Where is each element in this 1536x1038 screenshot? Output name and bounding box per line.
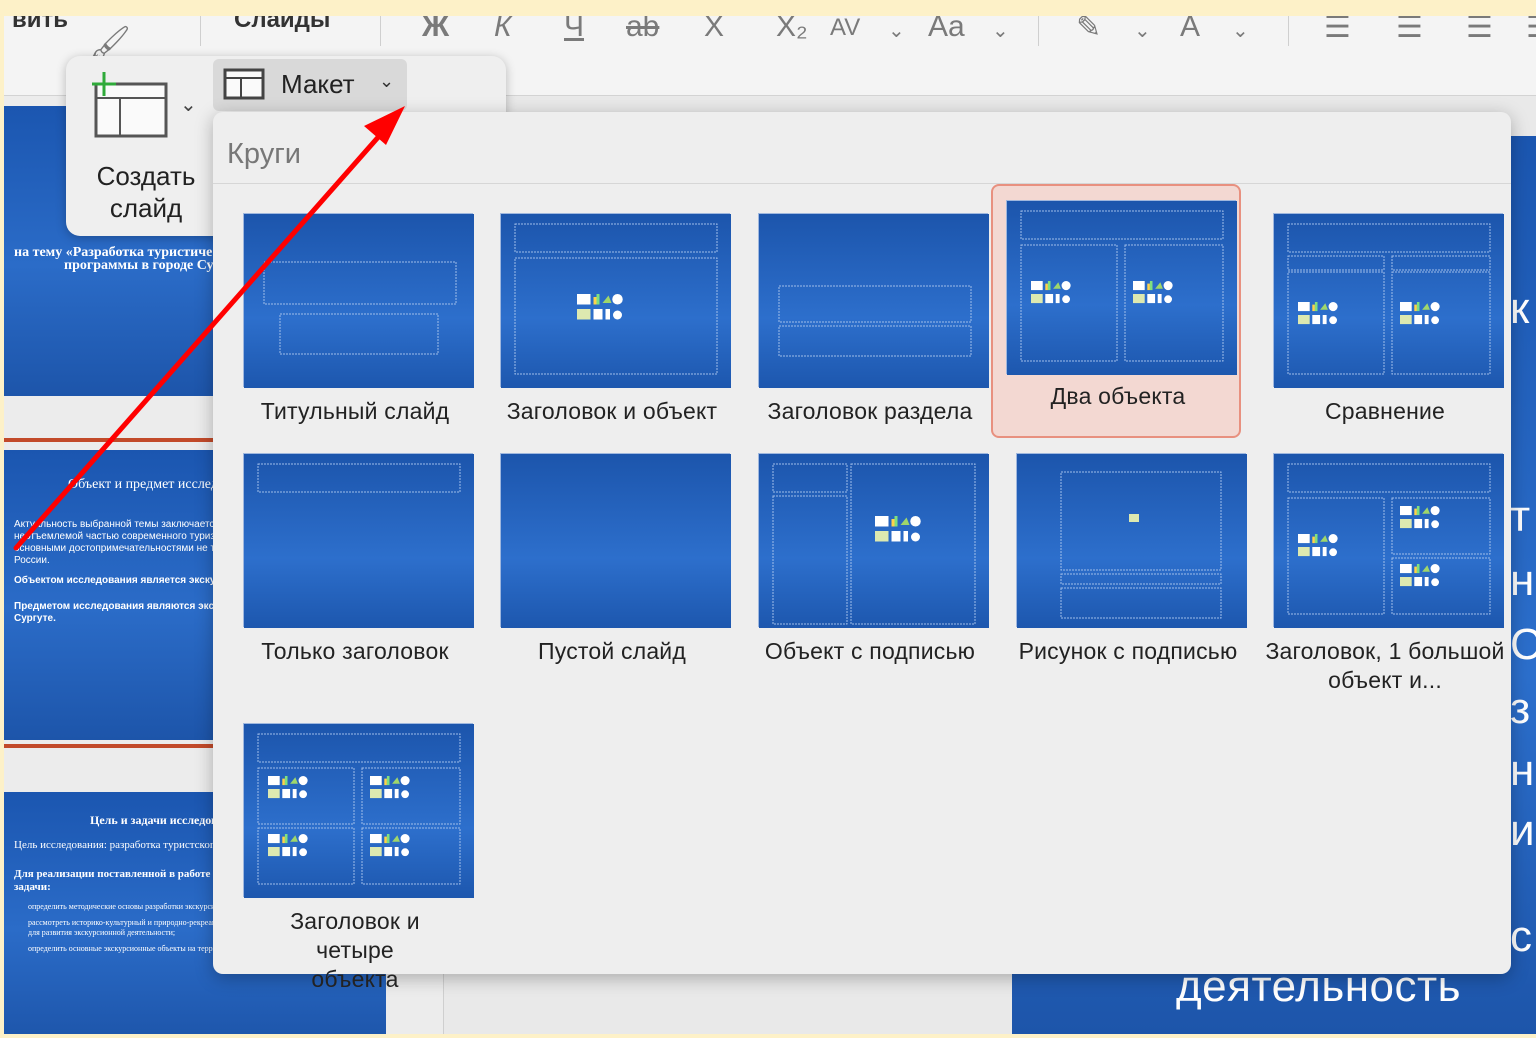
chevron-down-icon[interactable]: ⌄: [1134, 18, 1151, 43]
layout-gallery: Круги Титульный слайд Заголовок и объект…: [213, 112, 1511, 992]
layout-preview: [243, 213, 474, 388]
create-slide-label: Создать слайд: [96, 161, 196, 223]
layout-preview: [243, 723, 474, 898]
create-slide-button[interactable]: [0, 0, 168, 180]
layout-label: Рисунок с подписью: [1018, 638, 1238, 664]
layout-preview: [758, 453, 989, 628]
layout-tile-title-content[interactable]: Заголовок и объект: [485, 199, 735, 439]
layout-label: Заголовок, 1 большой объект и...: [1265, 638, 1505, 693]
slide-text-fragment: н: [1510, 746, 1535, 795]
character-spacing-button[interactable]: AV: [830, 16, 860, 42]
ribbon-separator: [1038, 16, 1039, 46]
gallery-header: Круги: [213, 112, 1511, 184]
layout-tile-title[interactable]: Титульный слайд: [228, 199, 478, 439]
chevron-down-icon: ⌄: [379, 71, 395, 91]
layout-label: Сравнение: [1324, 398, 1446, 424]
layout-tile-title-only[interactable]: Только заголовок: [228, 439, 478, 679]
layout-label: Титульный слайд: [260, 398, 450, 424]
layout-icon: [223, 68, 265, 100]
justify-icon[interactable]: ☰: [1526, 16, 1536, 45]
layout-preview: [1273, 453, 1504, 628]
layout-tile-picture-caption[interactable]: Рисунок с подписью: [1001, 439, 1251, 679]
chevron-down-icon[interactable]: ⌄: [1232, 18, 1249, 43]
layout-label: Заголовок раздела: [767, 398, 973, 424]
change-case-button[interactable]: Aa: [928, 16, 965, 44]
layout-button-label: Макет: [281, 69, 355, 99]
layout-tile-comparison[interactable]: Сравнение: [1258, 199, 1508, 439]
strikethrough-button[interactable]: ab: [626, 16, 659, 44]
theme-name: Круги: [227, 138, 301, 170]
layout-label: Объект с подписью: [764, 638, 976, 664]
ribbon-separator: [380, 16, 381, 46]
align-center-icon[interactable]: ☰: [1396, 16, 1423, 45]
ribbon-separator: [200, 16, 201, 46]
layout-preview: [243, 453, 474, 628]
align-left-icon[interactable]: ☰: [1324, 16, 1351, 45]
slide-text-fragment: с: [1510, 912, 1532, 961]
layout-tile-big-content[interactable]: Заголовок, 1 большой объект и...: [1258, 439, 1508, 693]
layout-label: Два объекта: [1050, 383, 1186, 409]
layout-preview: [1006, 200, 1237, 375]
slide-text-fragment: н: [1510, 556, 1535, 605]
layout-preview: [500, 213, 731, 388]
subscript-button[interactable]: X₂: [776, 16, 808, 44]
bold-button[interactable]: Ж: [422, 16, 449, 44]
layout-preview: [500, 453, 731, 628]
layout-tile-four-content[interactable]: Заголовок и четыре объекта: [228, 709, 478, 992]
slides-tab-label[interactable]: Слайды: [234, 16, 330, 34]
superscript-button[interactable]: X: [704, 16, 724, 44]
layout-tile-two-content[interactable]: Два объекта: [991, 184, 1241, 438]
slide-text-fragment: т: [1510, 492, 1531, 541]
font-color-icon[interactable]: A: [1180, 16, 1200, 44]
new-slide-icon: [92, 72, 168, 138]
layout-tile-section[interactable]: Заголовок раздела: [743, 199, 993, 439]
layout-preview: [1016, 453, 1247, 628]
italic-button[interactable]: К: [494, 16, 512, 44]
chevron-down-icon[interactable]: ⌄: [992, 18, 1009, 43]
chevron-down-icon[interactable]: ⌄: [180, 92, 197, 117]
layout-tile-blank[interactable]: Пустой слайд: [485, 439, 735, 679]
layout-tile-content-caption[interactable]: Объект с подписью: [743, 439, 993, 679]
slide-text-fragment: з: [1510, 684, 1531, 733]
layout-button[interactable]: Макет ⌄: [213, 59, 407, 111]
align-right-icon[interactable]: ☰: [1466, 16, 1493, 45]
layout-preview: [1273, 213, 1504, 388]
slide-text-fragment: и: [1510, 806, 1535, 855]
underline-button[interactable]: Ч: [564, 16, 584, 44]
layout-label: Заголовок и четыре объекта: [290, 908, 420, 992]
layout-label: Пустой слайд: [538, 638, 686, 664]
layout-preview: [758, 213, 989, 388]
slide-text-fragment: к: [1510, 284, 1530, 333]
ribbon-separator: [1288, 16, 1289, 46]
layout-label: Только заголовок: [261, 638, 449, 664]
chevron-down-icon[interactable]: ⌄: [888, 18, 905, 43]
slide-text-fragment: С: [1510, 620, 1536, 669]
highlight-icon[interactable]: ✎: [1076, 16, 1101, 45]
layout-label: Заголовок и объект: [506, 398, 718, 424]
